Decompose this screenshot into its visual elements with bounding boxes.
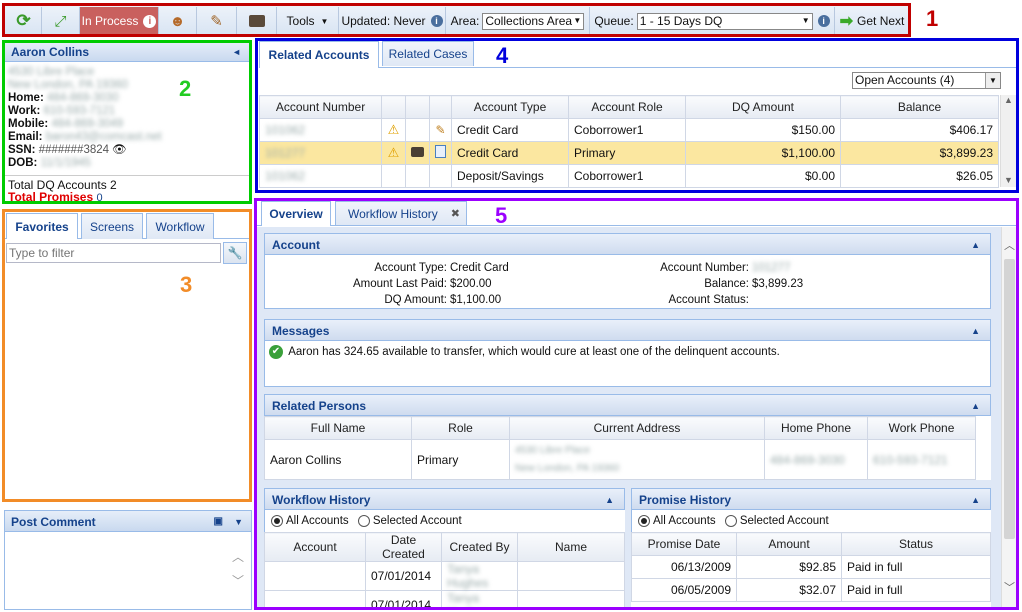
annotation-box-2: [2, 40, 252, 204]
post-comment-header: Post Comment ▣ ▼: [4, 510, 252, 532]
annotation-box-4: [255, 38, 1019, 193]
post-comment-area[interactable]: [4, 532, 252, 610]
annotation-number-4: 4: [496, 43, 509, 68]
annotation-number-1: 1: [926, 6, 939, 31]
scroll-down-icon[interactable]: ﹀: [232, 572, 244, 589]
annotation-number-3: 3: [180, 272, 193, 297]
scroll-up-icon[interactable]: ︿: [232, 548, 244, 565]
annotation-box-1: [2, 3, 911, 37]
annotation-box-5: [254, 198, 1019, 610]
annotation-number-2: 2: [179, 76, 192, 101]
post-comment-title: Post Comment: [11, 515, 96, 529]
annotation-number-5: 5: [495, 203, 508, 228]
annotation-box-3: [2, 209, 252, 502]
chevron-down-icon[interactable]: ▼: [234, 511, 243, 533]
save-icon[interactable]: ▣: [214, 511, 223, 533]
